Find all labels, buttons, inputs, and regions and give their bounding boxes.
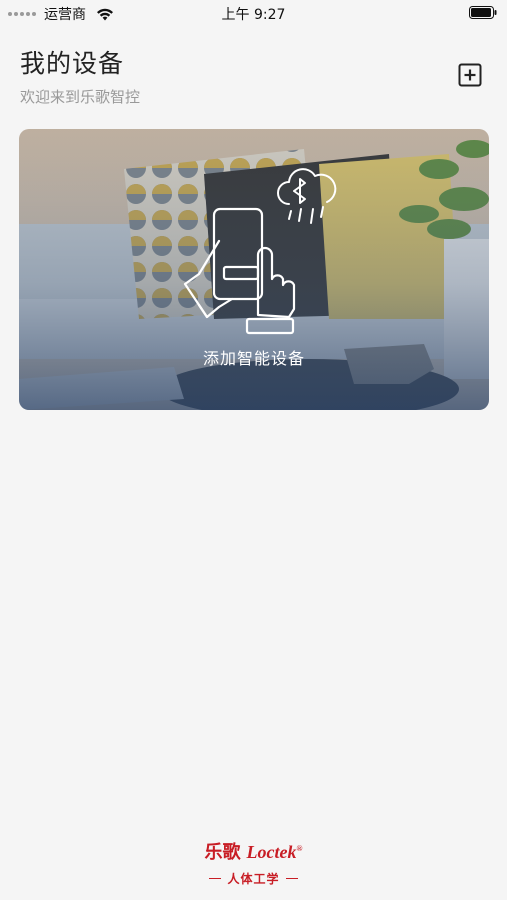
- status-time: 上午 9:27: [221, 7, 286, 23]
- add-device-label: 添加智能设备: [202, 349, 305, 368]
- page-title: 我的设备: [20, 49, 125, 78]
- brand-slogan: 人体工学: [209, 870, 298, 887]
- brand-name-cn: 乐歌: [204, 842, 241, 863]
- brand-name-en-text: Loctek: [246, 842, 297, 862]
- slogan-dash-right: [285, 878, 298, 879]
- screen: 运营商 上午 9:27 我的设备 欢迎来到乐歌智控 添加智能设备 乐歌 Loct…: [0, 0, 507, 900]
- page-subtitle: 欢迎来到乐歌智控: [20, 88, 141, 106]
- battery-icon: [469, 6, 497, 19]
- status-bar: 运营商 上午 9:27: [0, 0, 507, 26]
- brand-slogan-text: 人体工学: [227, 872, 280, 886]
- brand-name-en: Loctek®: [247, 842, 303, 863]
- add-device-button[interactable]: [458, 63, 482, 87]
- add-device-card[interactable]: 添加智能设备: [19, 129, 489, 410]
- registered-mark: ®: [296, 844, 303, 853]
- brand-logo: 乐歌 Loctek® 人体工学: [0, 838, 507, 887]
- brand-name: 乐歌 Loctek®: [205, 838, 303, 864]
- slogan-dash-left: [209, 878, 222, 879]
